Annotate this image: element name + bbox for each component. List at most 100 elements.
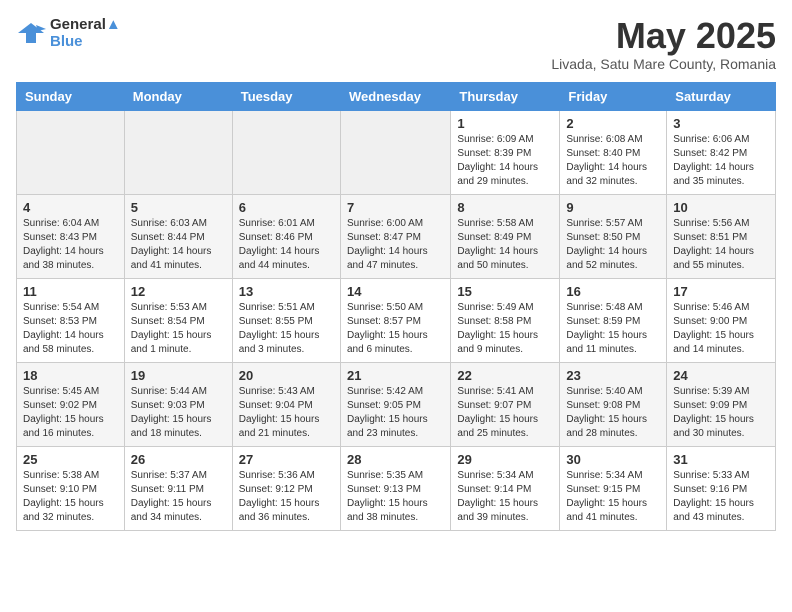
calendar-cell: 20 Sunrise: 5:43 AM Sunset: 9:04 PM Dayli… xyxy=(232,362,340,446)
day-number: 15 xyxy=(457,284,553,299)
weekday-header-thursday: Thursday xyxy=(451,82,560,110)
day-info: Sunrise: 5:45 AM Sunset: 9:02 PM Dayligh… xyxy=(23,385,118,441)
calendar-cell: 7 Sunrise: 6:00 AM Sunset: 8:47 PM Daylig… xyxy=(340,194,450,278)
logo-text: General▲ Blue xyxy=(50,16,121,50)
calendar-cell: 4 Sunrise: 6:04 AM Sunset: 8:43 PM Daylig… xyxy=(17,194,125,278)
day-number: 30 xyxy=(566,452,660,467)
day-number: 4 xyxy=(23,200,118,215)
weekday-header-monday: Monday xyxy=(124,82,232,110)
calendar-cell: 26Sunrise: 5:37 AM Sunset: 9:11 PM Dayli… xyxy=(124,446,232,530)
day-number: 6 xyxy=(239,200,334,215)
calendar-cell: 3 Sunrise: 6:06 AM Sunset: 8:42 PM Daylig… xyxy=(667,110,776,194)
day-info: Sunrise: 6:00 AM Sunset: 8:47 PM Dayligh… xyxy=(347,217,444,273)
day-number: 10 xyxy=(673,200,769,215)
calendar-cell: 27Sunrise: 5:36 AM Sunset: 9:12 PM Dayli… xyxy=(232,446,340,530)
day-info: Sunrise: 5:51 AM Sunset: 8:55 PM Dayligh… xyxy=(239,301,334,357)
page-header: General▲ Blue May 2025 Livada, Satu Mare… xyxy=(16,16,776,72)
calendar-cell: 19 Sunrise: 5:44 AM Sunset: 9:03 PM Dayli… xyxy=(124,362,232,446)
day-number: 23 xyxy=(566,368,660,383)
calendar-cell: 12Sunrise: 5:53 AM Sunset: 8:54 PM Dayli… xyxy=(124,278,232,362)
day-info: Sunrise: 6:01 AM Sunset: 8:46 PM Dayligh… xyxy=(239,217,334,273)
calendar-week-3: 11 Sunrise: 5:54 AM Sunset: 8:53 PM Dayli… xyxy=(17,278,776,362)
day-info: Sunrise: 5:48 AM Sunset: 8:59 PM Dayligh… xyxy=(566,301,660,357)
day-number: 7 xyxy=(347,200,444,215)
day-number: 1 xyxy=(457,116,553,131)
day-number: 8 xyxy=(457,200,553,215)
day-info: Sunrise: 5:38 AM Sunset: 9:10 PM Dayligh… xyxy=(23,469,118,525)
calendar-cell: 21 Sunrise: 5:42 AM Sunset: 9:05 PM Dayli… xyxy=(340,362,450,446)
day-number: 21 xyxy=(347,368,444,383)
weekday-header-sunday: Sunday xyxy=(17,82,125,110)
day-number: 29 xyxy=(457,452,553,467)
calendar-cell: 22Sunrise: 5:41 AM Sunset: 9:07 PM Dayli… xyxy=(451,362,560,446)
calendar-cell xyxy=(17,110,125,194)
calendar-cell: 16 Sunrise: 5:48 AM Sunset: 8:59 PM Dayli… xyxy=(560,278,667,362)
day-number: 17 xyxy=(673,284,769,299)
calendar-cell xyxy=(124,110,232,194)
day-number: 27 xyxy=(239,452,334,467)
day-number: 19 xyxy=(131,368,226,383)
day-info: Sunrise: 5:43 AM Sunset: 9:04 PM Dayligh… xyxy=(239,385,334,441)
calendar-cell: 13 Sunrise: 5:51 AM Sunset: 8:55 PM Dayli… xyxy=(232,278,340,362)
weekday-header-saturday: Saturday xyxy=(667,82,776,110)
day-number: 14 xyxy=(347,284,444,299)
calendar-cell: 15 Sunrise: 5:49 AM Sunset: 8:58 PM Dayli… xyxy=(451,278,560,362)
day-info: Sunrise: 5:40 AM Sunset: 9:08 PM Dayligh… xyxy=(566,385,660,441)
calendar-week-5: 25 Sunrise: 5:38 AM Sunset: 9:10 PM Dayli… xyxy=(17,446,776,530)
day-info: Sunrise: 5:49 AM Sunset: 8:58 PM Dayligh… xyxy=(457,301,553,357)
calendar-cell: 18 Sunrise: 5:45 AM Sunset: 9:02 PM Dayli… xyxy=(17,362,125,446)
calendar-cell: 24 Sunrise: 5:39 AM Sunset: 9:09 PM Dayli… xyxy=(667,362,776,446)
day-info: Sunrise: 5:57 AM Sunset: 8:50 PM Dayligh… xyxy=(566,217,660,273)
day-number: 9 xyxy=(566,200,660,215)
day-info: Sunrise: 5:39 AM Sunset: 9:09 PM Dayligh… xyxy=(673,385,769,441)
calendar-cell xyxy=(340,110,450,194)
calendar-cell: 25 Sunrise: 5:38 AM Sunset: 9:10 PM Dayli… xyxy=(17,446,125,530)
day-number: 16 xyxy=(566,284,660,299)
calendar-cell: 23 Sunrise: 5:40 AM Sunset: 9:08 PM Dayli… xyxy=(560,362,667,446)
day-number: 13 xyxy=(239,284,334,299)
calendar-cell: 9 Sunrise: 5:57 AM Sunset: 8:50 PM Daylig… xyxy=(560,194,667,278)
day-number: 26 xyxy=(131,452,226,467)
calendar-cell: 6 Sunrise: 6:01 AM Sunset: 8:46 PM Daylig… xyxy=(232,194,340,278)
day-info: Sunrise: 5:41 AM Sunset: 9:07 PM Dayligh… xyxy=(457,385,553,441)
calendar-cell: 17 Sunrise: 5:46 AM Sunset: 9:00 PM Dayli… xyxy=(667,278,776,362)
day-number: 11 xyxy=(23,284,118,299)
calendar-cell: 1 Sunrise: 6:09 AM Sunset: 8:39 PM Daylig… xyxy=(451,110,560,194)
day-info: Sunrise: 5:42 AM Sunset: 9:05 PM Dayligh… xyxy=(347,385,444,441)
calendar-cell: 31Sunrise: 5:33 AM Sunset: 9:16 PM Dayli… xyxy=(667,446,776,530)
day-number: 5 xyxy=(131,200,226,215)
day-info: Sunrise: 5:44 AM Sunset: 9:03 PM Dayligh… xyxy=(131,385,226,441)
day-number: 2 xyxy=(566,116,660,131)
day-number: 24 xyxy=(673,368,769,383)
calendar-week-2: 4 Sunrise: 6:04 AM Sunset: 8:43 PM Daylig… xyxy=(17,194,776,278)
month-title: May 2025 xyxy=(551,16,776,56)
logo: General▲ Blue xyxy=(16,16,121,50)
location: Livada, Satu Mare County, Romania xyxy=(551,56,776,72)
weekday-header-friday: Friday xyxy=(560,82,667,110)
weekday-header-wednesday: Wednesday xyxy=(340,82,450,110)
day-info: Sunrise: 6:08 AM Sunset: 8:40 PM Dayligh… xyxy=(566,133,660,189)
day-number: 18 xyxy=(23,368,118,383)
weekday-header-tuesday: Tuesday xyxy=(232,82,340,110)
day-info: Sunrise: 5:54 AM Sunset: 8:53 PM Dayligh… xyxy=(23,301,118,357)
calendar-cell: 30 Sunrise: 5:34 AM Sunset: 9:15 PM Dayli… xyxy=(560,446,667,530)
day-info: Sunrise: 5:46 AM Sunset: 9:00 PM Dayligh… xyxy=(673,301,769,357)
logo-bird-icon xyxy=(16,19,46,47)
day-number: 25 xyxy=(23,452,118,467)
calendar-cell: 14 Sunrise: 5:50 AM Sunset: 8:57 PM Dayli… xyxy=(340,278,450,362)
calendar-cell: 8Sunrise: 5:58 AM Sunset: 8:49 PM Daylig… xyxy=(451,194,560,278)
day-info: Sunrise: 6:09 AM Sunset: 8:39 PM Dayligh… xyxy=(457,133,553,189)
day-number: 20 xyxy=(239,368,334,383)
day-info: Sunrise: 5:56 AM Sunset: 8:51 PM Dayligh… xyxy=(673,217,769,273)
calendar-table: SundayMondayTuesdayWednesdayThursdayFrid… xyxy=(16,82,776,531)
day-number: 31 xyxy=(673,452,769,467)
day-info: Sunrise: 6:06 AM Sunset: 8:42 PM Dayligh… xyxy=(673,133,769,189)
day-info: Sunrise: 6:04 AM Sunset: 8:43 PM Dayligh… xyxy=(23,217,118,273)
calendar-cell: 28Sunrise: 5:35 AM Sunset: 9:13 PM Dayli… xyxy=(340,446,450,530)
day-number: 3 xyxy=(673,116,769,131)
weekday-header-row: SundayMondayTuesdayWednesdayThursdayFrid… xyxy=(17,82,776,110)
day-info: Sunrise: 5:50 AM Sunset: 8:57 PM Dayligh… xyxy=(347,301,444,357)
day-info: Sunrise: 5:34 AM Sunset: 9:15 PM Dayligh… xyxy=(566,469,660,525)
calendar-week-1: 1 Sunrise: 6:09 AM Sunset: 8:39 PM Daylig… xyxy=(17,110,776,194)
day-info: Sunrise: 5:35 AM Sunset: 9:13 PM Dayligh… xyxy=(347,469,444,525)
